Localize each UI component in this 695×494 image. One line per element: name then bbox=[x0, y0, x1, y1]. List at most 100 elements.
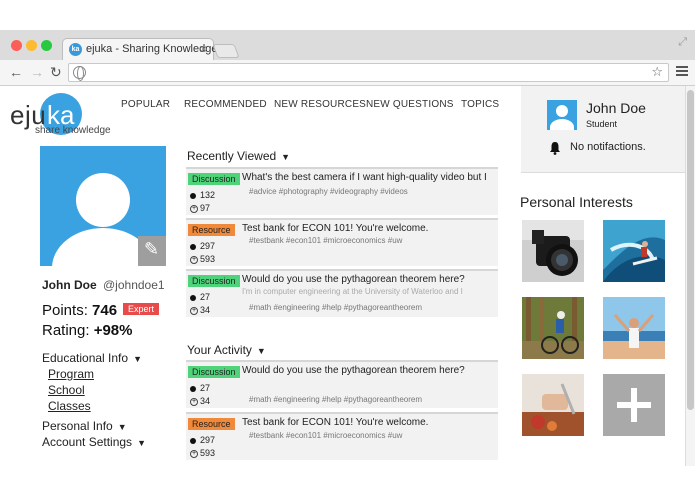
user-avatar[interactable] bbox=[547, 100, 577, 130]
logo-tagline: share knowledge bbox=[35, 125, 111, 136]
views-stat: 297 bbox=[190, 241, 215, 251]
upvote-icon: + bbox=[190, 397, 198, 406]
post-title[interactable]: Would do you use the pythagorean theorem… bbox=[242, 365, 496, 376]
school-link[interactable]: School bbox=[48, 383, 85, 397]
views-stat: 297 bbox=[190, 435, 215, 445]
back-arrow-icon[interactable]: ← bbox=[9, 63, 23, 81]
votes-stat[interactable]: +97 bbox=[190, 203, 210, 213]
rating-row: Rating: +98% bbox=[42, 322, 133, 339]
views-icon bbox=[190, 192, 196, 199]
post-tags[interactable]: #math #engineering #help #pythagoreanthe… bbox=[249, 395, 422, 404]
new-tab-button[interactable] bbox=[212, 44, 240, 58]
classes-link[interactable]: Classes bbox=[48, 399, 91, 413]
rating-value: +98% bbox=[93, 322, 133, 339]
browser-menu-icon[interactable] bbox=[676, 66, 688, 76]
nav-recommended[interactable]: RECOMMENDED bbox=[184, 99, 267, 110]
forward-arrow-icon[interactable]: → bbox=[30, 63, 44, 81]
views-icon bbox=[190, 437, 196, 444]
caret-down-icon: ▼ bbox=[281, 152, 291, 162]
post-card[interactable]: Resource Test bank for ECON 101! You're … bbox=[186, 218, 498, 266]
caret-down-icon: ▼ bbox=[256, 346, 266, 356]
profile-handle: @johndoe1 bbox=[103, 278, 165, 292]
views-stat: 27 bbox=[190, 383, 210, 393]
post-title[interactable]: Test bank for ECON 101! You're welcome. bbox=[242, 223, 496, 234]
expert-badge: Expert bbox=[123, 303, 160, 315]
cooking-icon bbox=[522, 374, 584, 436]
tab-title: ejuka - Sharing Knowledge bbox=[86, 43, 218, 55]
scrollbar-thumb[interactable] bbox=[687, 90, 694, 410]
votes-stat[interactable]: +593 bbox=[190, 254, 215, 264]
notifications-text: No notifactions. bbox=[570, 141, 646, 153]
nav-topics[interactable]: TOPICS bbox=[461, 99, 499, 110]
post-tags[interactable]: #testbank #econ101 #microeconomics #uw bbox=[249, 431, 402, 440]
upvote-icon: + bbox=[190, 255, 198, 264]
caret-down-icon: ▼ bbox=[133, 354, 142, 364]
program-link[interactable]: Program bbox=[48, 367, 94, 381]
your-activity-title[interactable]: Your Activity ▼ bbox=[187, 343, 266, 357]
interest-tile-travel[interactable] bbox=[603, 297, 665, 359]
browser-tab[interactable]: ka ejuka - Sharing Knowledge × bbox=[62, 38, 218, 60]
close-tab-icon[interactable]: × bbox=[200, 42, 207, 56]
user-role: Student bbox=[586, 119, 618, 129]
account-settings-menu[interactable]: Account Settings ▼ bbox=[42, 435, 146, 449]
points-value: 746 bbox=[92, 302, 118, 319]
points-row: Points: 746 bbox=[42, 302, 117, 319]
globe-icon bbox=[73, 66, 86, 81]
reload-icon[interactable]: ↻ bbox=[50, 63, 62, 81]
category-badge: Discussion bbox=[188, 275, 240, 287]
category-badge: Resource bbox=[188, 418, 235, 430]
maximize-window-button[interactable] bbox=[41, 40, 52, 51]
post-tags[interactable]: #advice #photography #videography #video… bbox=[249, 187, 408, 196]
post-title[interactable]: Test bank for ECON 101! You're welcome. bbox=[242, 417, 496, 428]
user-panel: John Doe Student No notifactions. bbox=[521, 86, 685, 173]
views-icon bbox=[190, 294, 196, 301]
surfing-icon bbox=[603, 220, 665, 282]
category-badge: Discussion bbox=[188, 366, 240, 378]
votes-stat[interactable]: +34 bbox=[190, 396, 210, 406]
views-icon bbox=[190, 385, 196, 392]
post-snippet: I'm in computer engineering at the Unive… bbox=[242, 287, 463, 296]
profile-name: John Doe bbox=[42, 278, 97, 292]
nav-popular[interactable]: POPULAR bbox=[121, 99, 170, 110]
add-interest-button[interactable] bbox=[603, 374, 665, 436]
post-title[interactable]: Would do you use the pythagorean theorem… bbox=[242, 274, 496, 285]
travel-icon bbox=[603, 297, 665, 359]
bookmark-star-icon[interactable]: ☆ bbox=[651, 64, 663, 80]
post-tags[interactable]: #math #engineering #help #pythagoreanthe… bbox=[249, 303, 422, 312]
votes-stat[interactable]: +34 bbox=[190, 305, 210, 315]
edit-pencil-icon[interactable] bbox=[138, 236, 166, 266]
post-card[interactable]: Discussion What's the best camera if I w… bbox=[186, 167, 498, 215]
interest-tile-cooking[interactable] bbox=[522, 374, 584, 436]
mountain-biking-icon bbox=[522, 297, 584, 359]
votes-stat[interactable]: +593 bbox=[190, 448, 215, 458]
interest-tile-surfing[interactable] bbox=[603, 220, 665, 282]
upvote-icon: + bbox=[190, 204, 198, 213]
upvote-icon: + bbox=[190, 306, 198, 315]
favicon-icon: ka bbox=[69, 43, 82, 56]
post-card[interactable]: Discussion Would do you use the pythagor… bbox=[186, 360, 498, 408]
personal-interests-title: Personal Interests bbox=[520, 194, 633, 210]
interest-tile-camera[interactable] bbox=[522, 220, 584, 282]
personal-info-menu[interactable]: Personal Info ▼ bbox=[42, 419, 127, 433]
close-window-button[interactable] bbox=[11, 40, 22, 51]
educational-info-menu[interactable]: Educational Info ▼ bbox=[42, 351, 142, 365]
caret-down-icon: ▼ bbox=[137, 438, 146, 448]
minimize-window-button[interactable] bbox=[26, 40, 37, 51]
views-stat: 27 bbox=[190, 292, 210, 302]
views-icon bbox=[190, 243, 196, 250]
user-name[interactable]: John Doe bbox=[586, 100, 646, 116]
scrollbar[interactable] bbox=[685, 86, 695, 466]
camera-icon bbox=[522, 220, 584, 282]
rating-label: Rating: bbox=[42, 322, 90, 339]
post-tags[interactable]: #testbank #econ101 #microeconomics #uw bbox=[249, 236, 402, 245]
bell-icon[interactable] bbox=[549, 141, 561, 155]
recently-viewed-title[interactable]: Recently Viewed ▼ bbox=[187, 149, 290, 163]
nav-new-questions[interactable]: NEW QUESTIONS bbox=[366, 99, 454, 110]
fullscreen-icon[interactable]: ⤢ bbox=[678, 36, 687, 49]
post-title[interactable]: What's the best camera if I want high-qu… bbox=[242, 172, 496, 183]
nav-new-resources[interactable]: NEW RESOURCES bbox=[274, 99, 366, 110]
address-bar[interactable]: ☆ bbox=[68, 63, 669, 82]
interest-tile-mountain-biking[interactable] bbox=[522, 297, 584, 359]
post-card[interactable]: Resource Test bank for ECON 101! You're … bbox=[186, 412, 498, 460]
post-card[interactable]: Discussion Would do you use the pythagor… bbox=[186, 269, 498, 317]
